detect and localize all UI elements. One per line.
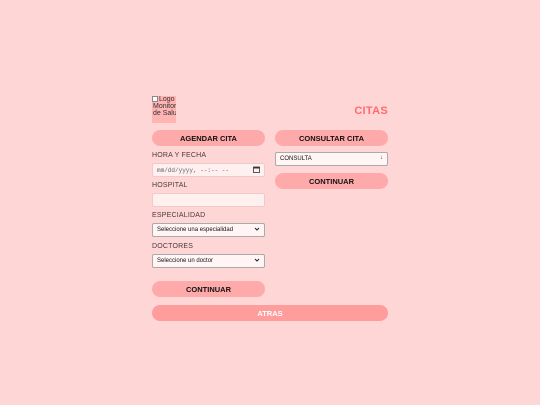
consulta-select[interactable]: CONSULTA ↓ [275,152,388,166]
continuar-agendar-button[interactable]: CONTINUAR [152,281,265,297]
doctores-select-value: Seleccione un doctor [157,258,214,264]
continuar-consultar-button[interactable]: CONTINUAR [275,173,388,189]
logo-image: Logo Monitor de Salud [152,96,176,123]
fecha-input[interactable]: mm/dd/yyyy, --:-- -- [152,163,265,177]
hospital-label: HOSPITAL [152,182,188,189]
fecha-label: HORA Y FECHA [152,152,207,159]
calendar-icon[interactable] [253,166,260,176]
consultar-cita-button[interactable]: CONSULTAR CITA [275,130,388,146]
hospital-input[interactable] [152,193,265,207]
doctores-label: DOCTORES [152,243,194,250]
page-title: CITAS [354,105,388,117]
atras-button[interactable]: ATRAS [152,305,388,321]
logo-alt-text: Logo Monitor de Salud [153,96,176,117]
especialidad-label: ESPECIALIDAD [152,212,206,219]
especialidad-select-value: Seleccione una especialidad [157,227,234,233]
chevron-down-icon [254,257,260,265]
chevron-down-icon [254,226,260,234]
sort-arrow-icon: ↓ [380,155,383,161]
fecha-input-value: mm/dd/yyyy, --:-- -- [157,166,230,174]
doctores-select[interactable]: Seleccione un doctor [152,254,265,268]
consulta-select-value: CONSULTA [280,156,312,162]
agendar-cita-button[interactable]: AGENDAR CITA [152,130,265,146]
especialidad-select[interactable]: Seleccione una especialidad [152,223,265,237]
